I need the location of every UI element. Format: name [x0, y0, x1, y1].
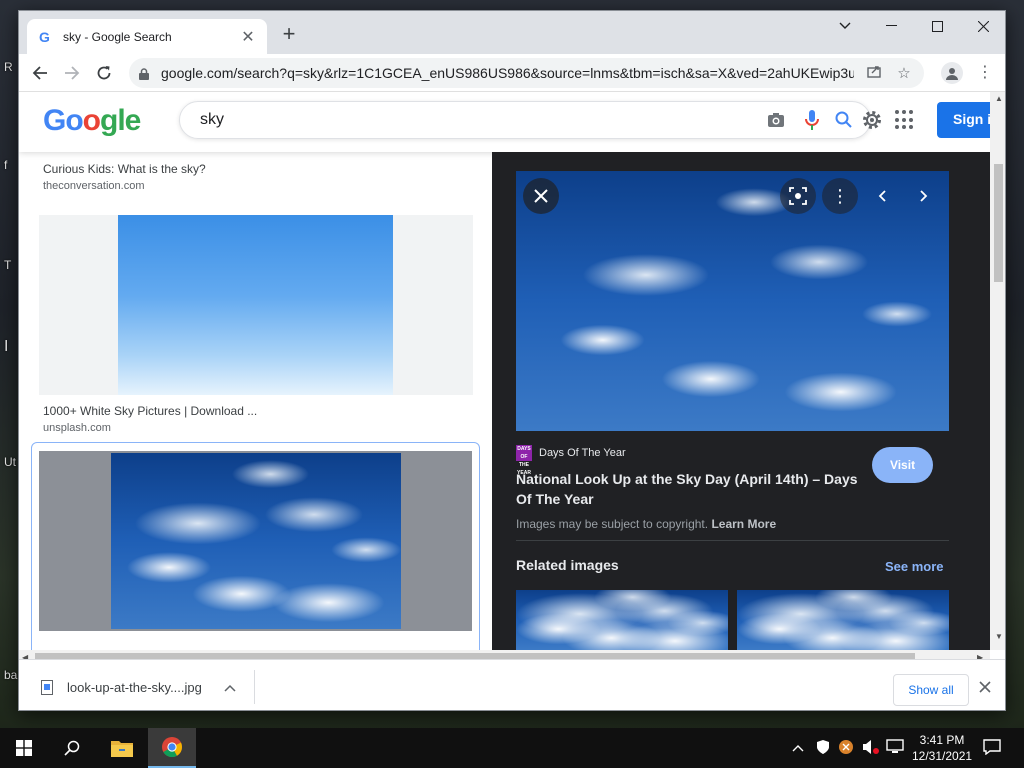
related-images-heading: Related images — [516, 557, 619, 573]
camera-icon[interactable] — [762, 106, 790, 134]
vertical-scrollbar[interactable]: ▲ ▼ — [990, 92, 1005, 650]
page-viewport: Google Sign i — [19, 92, 990, 650]
reload-button[interactable] — [91, 60, 117, 86]
google-header: Google Sign i — [19, 92, 990, 152]
vertical-scroll-thumb[interactable] — [994, 164, 1003, 282]
scroll-up-arrow-icon[interactable]: ▲ — [995, 94, 1003, 103]
desktop-icon-label: R — [4, 60, 13, 74]
result-image-card[interactable] — [39, 215, 473, 395]
forward-button[interactable] — [59, 60, 85, 86]
search-icon[interactable] — [48, 728, 96, 768]
app-tray-icon[interactable] — [838, 739, 854, 758]
show-all-button[interactable]: Show all — [893, 674, 969, 706]
back-button[interactable] — [27, 60, 53, 86]
related-image-thumbnail[interactable] — [516, 590, 728, 650]
close-preview-icon[interactable] — [523, 178, 559, 214]
image-results: Curious Kids: What is the sky? theconver… — [19, 152, 492, 650]
maximize-button[interactable] — [914, 11, 960, 41]
microphone-icon[interactable] — [798, 106, 826, 134]
chevron-up-icon[interactable] — [224, 680, 236, 695]
image-file-icon — [41, 679, 53, 695]
divider — [516, 540, 949, 541]
result-source[interactable]: theconversation.com — [43, 180, 145, 192]
new-tab-button[interactable]: + — [277, 23, 301, 47]
chrome-taskbar-icon[interactable] — [148, 728, 196, 768]
result-source[interactable]: unsplash.com — [43, 422, 111, 434]
preview-title[interactable]: National Look Up at the Sky Day (April 1… — [516, 469, 866, 509]
sign-in-button[interactable]: Sign i — [937, 102, 990, 138]
related-image-thumbnail[interactable] — [737, 590, 949, 650]
taskbar-clock[interactable]: 3:41 PM 12/31/2021 — [912, 732, 972, 764]
show-hidden-icons-chevron-icon[interactable] — [792, 740, 804, 755]
volume-muted-icon[interactable] — [862, 739, 880, 758]
settings-gear-icon[interactable] — [861, 109, 883, 136]
lens-search-icon[interactable] — [780, 178, 816, 214]
desktop-icon-label: T — [4, 258, 12, 272]
windows-taskbar: 3:41 PM 12/31/2021 — [0, 728, 1024, 768]
visit-button[interactable]: Visit — [872, 447, 933, 483]
sky-thumbnail-image[interactable] — [118, 215, 393, 395]
browser-menu-icon[interactable]: ⋮ — [975, 60, 995, 86]
file-explorer-icon[interactable] — [98, 728, 146, 768]
image-preview-panel: ⋮ DAYS OF THE YEAR Days Of The Year Nati… — [492, 147, 990, 650]
result-title[interactable]: Curious Kids: What is the sky? — [43, 162, 206, 176]
url-text[interactable]: google.com/search?q=sky&rlz=1C1GCEA_enUS… — [161, 65, 854, 81]
bookmark-star-icon[interactable]: ☆ — [894, 64, 914, 82]
result-title[interactable]: 1000+ White Sky Pictures | Download ... — [43, 404, 257, 418]
tab-search-chevron-icon[interactable] — [822, 11, 868, 41]
selected-result-card[interactable] — [31, 442, 480, 650]
desktop-icon-label: ba — [4, 668, 18, 682]
downloads-bar: look-up-at-the-sky....jpg Show all — [19, 659, 1005, 710]
close-window-button[interactable] — [960, 11, 1005, 41]
tab-title: sky - Google Search — [63, 29, 172, 44]
security-shield-icon[interactable] — [815, 739, 831, 758]
desktop-icon-label: f — [4, 158, 8, 172]
days-of-the-year-logo: DAYS OF THE YEAR — [516, 445, 532, 476]
scroll-down-arrow-icon[interactable]: ▼ — [995, 632, 1003, 641]
google-doodle-logo[interactable]: Google — [43, 104, 141, 138]
cloudy-sky-thumbnail-image[interactable] — [111, 453, 401, 629]
search-icon[interactable] — [830, 106, 858, 134]
previous-image-icon[interactable] — [864, 178, 900, 214]
google-favicon-icon: G — [39, 28, 50, 45]
tab-close-icon[interactable]: ✕ — [239, 27, 257, 47]
lock-icon[interactable] — [139, 67, 149, 80]
see-more-link[interactable]: See more — [885, 559, 944, 574]
download-item[interactable]: look-up-at-the-sky....jpg — [33, 670, 255, 704]
more-options-icon[interactable]: ⋮ — [822, 178, 858, 214]
desktop-icon-label: I — [4, 338, 9, 355]
copyright-notice: Images may be subject to copyright. Lear… — [516, 517, 777, 531]
network-icon[interactable] — [886, 739, 904, 758]
download-filename[interactable]: look-up-at-the-sky....jpg — [67, 680, 224, 695]
notification-center-icon[interactable] — [983, 739, 1001, 758]
close-downloads-icon[interactable] — [979, 680, 991, 698]
google-apps-icon[interactable] — [895, 110, 915, 130]
tab-google-search[interactable]: G sky - Google Search ✕ — [27, 19, 267, 54]
search-input[interactable] — [200, 111, 754, 129]
preview-source[interactable]: DAYS OF THE YEAR Days Of The Year — [516, 445, 626, 476]
start-windows-icon[interactable] — [0, 728, 48, 768]
share-icon[interactable] — [864, 63, 884, 83]
source-name[interactable]: Days Of The Year — [539, 447, 626, 459]
address-bar[interactable]: google.com/search?q=sky&rlz=1C1GCEA_enUS… — [129, 58, 924, 88]
search-box — [179, 101, 871, 139]
profile-avatar-icon[interactable] — [941, 62, 963, 84]
browser-window: G sky - Google Search ✕ + google.com/sea… — [18, 10, 1006, 711]
result-image-card[interactable] — [39, 451, 472, 631]
minimize-button[interactable] — [868, 11, 914, 41]
browser-toolbar: google.com/search?q=sky&rlz=1C1GCEA_enUS… — [19, 54, 1005, 92]
next-image-icon[interactable] — [906, 178, 942, 214]
desktop-icon-label: Ut — [4, 455, 16, 469]
tab-strip: G sky - Google Search ✕ + — [19, 11, 1005, 54]
learn-more-link[interactable]: Learn More — [711, 517, 776, 531]
